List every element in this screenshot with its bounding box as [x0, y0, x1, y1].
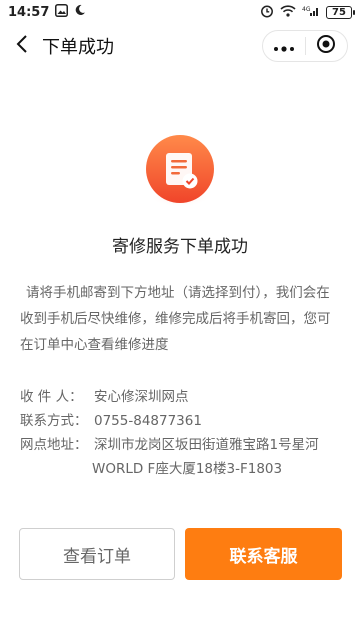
instruction-text: 请将手机邮寄到下方地址（请选择到付），我们会在收到手机后尽快维修，维修完成后将手… [20, 285, 331, 353]
phone-row: 联系方式： 0755-84877361 [20, 409, 345, 433]
more-dots-icon [273, 37, 295, 56]
wifi-icon [280, 4, 296, 20]
chevron-left-icon [16, 34, 28, 58]
more-button[interactable] [263, 31, 305, 61]
recipient-row: 收 件 人： 安心修深圳网点 [20, 385, 345, 409]
recipient-info: 收 件 人： 安心修深圳网点 联系方式： 0755-84877361 网点地址：… [20, 385, 345, 481]
status-left: 14:57 [8, 3, 86, 21]
back-button[interactable] [4, 24, 40, 68]
alarm-icon [260, 4, 274, 21]
address-line1: 深圳市龙岗区坂田街道雅宝路1号星河 [94, 437, 319, 453]
address-line2: WORLD F座大厦18楼3-F1803 [92, 461, 283, 477]
phone-label: 联系方式： [20, 413, 88, 429]
status-time: 14:57 [8, 4, 50, 20]
contact-service-button[interactable]: 联系客服 [185, 528, 342, 580]
svg-text:4G: 4G [302, 6, 311, 13]
recipient-value: 安心修深圳网点 [94, 389, 189, 405]
close-mini-program-button[interactable] [306, 31, 348, 61]
mini-program-capsule [262, 30, 348, 62]
phone-value: 0755-84877361 [94, 413, 202, 429]
address-label: 网点地址： [20, 437, 88, 453]
view-orders-button[interactable]: 查看订单 [19, 528, 175, 580]
recipient-label: 收 件 人： [20, 389, 83, 405]
battery-level: 75 [332, 6, 346, 18]
success-title: 寄修服务下单成功 [112, 237, 248, 257]
moon-icon [74, 4, 86, 20]
signal-icon: 4G [302, 5, 320, 20]
page-title: 下单成功 [42, 37, 114, 58]
order-success-icon [142, 133, 218, 209]
address-row: 网点地址： 深圳市龙岗区坂田街道雅宝路1号星河 [20, 433, 345, 457]
photo-notification-icon [55, 3, 69, 21]
status-bar: 14:57 4G 75 [0, 0, 360, 24]
status-right: 4G 75 [260, 4, 355, 21]
battery-indicator: 75 [326, 5, 355, 19]
target-circle-icon [316, 34, 336, 58]
nav-bar: 下单成功 [0, 24, 360, 68]
